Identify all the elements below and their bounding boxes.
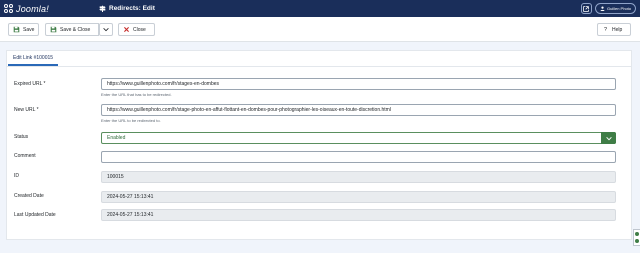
created-date-label: Created Date <box>14 193 44 199</box>
close-icon <box>124 27 129 32</box>
signpost-icon <box>99 5 106 12</box>
comment-label: Comment <box>14 153 36 159</box>
created-date-value: 2024-05-27 15:13:41 <box>107 194 154 200</box>
status-label: Status <box>14 134 29 140</box>
logo-text: Joomla! <box>16 3 49 14</box>
last-updated-date-field: 2024-05-27 15:13:41 <box>101 209 616 221</box>
new-url-hint: Enter the URL to be redirected to. <box>101 118 161 123</box>
id-field: 100015 <box>101 171 616 183</box>
new-url-input[interactable]: https://www.guillenphoto.com/fr/stage-ph… <box>101 104 616 116</box>
close-label: Close <box>133 26 146 33</box>
help-label: Help <box>612 26 623 33</box>
user-icon <box>600 6 605 11</box>
status-value: Enabled <box>107 135 126 141</box>
save-options-dropdown[interactable] <box>99 23 113 36</box>
page-title: Redirects: Edit <box>99 3 155 14</box>
id-value: 100015 <box>107 174 124 180</box>
chevron-down-icon <box>605 136 612 140</box>
expired-url-input[interactable]: https://www.guillenphoto.com/fr/stages-e… <box>101 78 616 90</box>
page-title-text: Redirects: Edit <box>109 5 155 12</box>
tab-label: Edit Link #100015 <box>13 54 54 61</box>
new-url-label: New URL * <box>14 107 39 113</box>
id-label: ID <box>14 173 19 179</box>
user-name: Guillen Photo <box>606 6 631 11</box>
tab-divider <box>7 66 631 67</box>
external-link-icon <box>583 5 590 12</box>
expired-url-value: https://www.guillenphoto.com/fr/stages-e… <box>107 81 219 87</box>
expired-url-hint: Enter the URL that has to be redirected. <box>101 92 172 97</box>
save-label: Save <box>23 26 35 33</box>
created-date-field: 2024-05-27 15:13:41 <box>101 191 616 203</box>
comment-input[interactable] <box>101 151 616 163</box>
app-header: Joomla! Redirects: Edit Guillen Photo <box>0 0 640 17</box>
user-menu-button[interactable]: Guillen Photo <box>594 3 636 14</box>
status-select[interactable]: Enabled <box>101 132 616 144</box>
joomla-logo[interactable]: Joomla! <box>4 3 49 14</box>
help-button[interactable]: ? Help <box>597 23 631 36</box>
status-dropdown-toggle[interactable] <box>601 132 616 144</box>
help-icon: ? <box>603 26 608 33</box>
side-accessibility-widget[interactable] <box>633 229 640 246</box>
last-updated-date-label: Last Updated Date <box>14 212 56 218</box>
save-icon <box>50 26 57 33</box>
save-close-label: Save & Close <box>60 26 91 33</box>
save-close-button[interactable]: Save & Close <box>45 23 99 36</box>
new-url-value: https://www.guillenphoto.com/fr/stage-ph… <box>107 107 391 113</box>
tab-edit-link[interactable]: Edit Link #100015 <box>8 51 59 66</box>
last-updated-date-value: 2024-05-27 15:13:41 <box>107 212 154 218</box>
joomla-logo-icon <box>4 4 13 13</box>
save-icon <box>13 26 20 33</box>
close-button[interactable]: Close <box>118 23 155 36</box>
chevron-down-icon <box>103 28 109 32</box>
external-link-button[interactable] <box>580 3 592 14</box>
expired-url-label: Expired URL * <box>14 81 46 87</box>
toolbar: Save Save & Close Close ? Help <box>0 17 640 42</box>
save-button[interactable]: Save <box>8 23 40 36</box>
